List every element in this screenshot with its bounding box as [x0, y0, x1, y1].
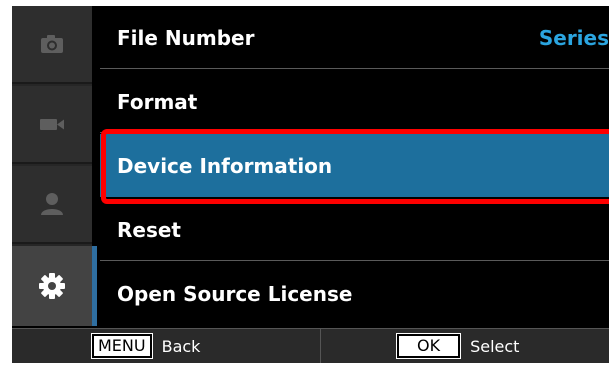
back-hint[interactable]: MENU Back	[91, 329, 201, 363]
divider	[100, 132, 609, 133]
active-tab-indicator	[92, 246, 97, 326]
tab-video[interactable]	[12, 86, 92, 164]
divider	[100, 68, 609, 69]
tab-setup[interactable]	[12, 246, 92, 326]
select-hint[interactable]: OK Select	[395, 329, 520, 363]
menu-item-value: Series	[538, 25, 609, 50]
camera-menu-screen: File Number Series Format Device Informa…	[12, 6, 609, 363]
menu-key: MENU	[91, 333, 153, 359]
back-label: Back	[161, 336, 201, 356]
select-label: Select	[470, 336, 520, 356]
menu-item-label: Format	[117, 89, 198, 114]
camera-icon	[41, 35, 63, 53]
ok-key: OK	[395, 333, 462, 359]
setup-menu-list: File Number Series Format Device Informa…	[100, 6, 609, 326]
menu-item-label: File Number	[117, 25, 255, 50]
video-camera-icon	[40, 119, 64, 130]
menu-item-format[interactable]: Format	[100, 70, 609, 133]
divider	[320, 329, 321, 363]
menu-category-sidebar	[12, 6, 92, 326]
tab-shooting[interactable]	[12, 6, 92, 84]
person-icon	[41, 193, 63, 215]
menu-item-label: Reset	[117, 217, 181, 242]
divider	[100, 260, 609, 261]
menu-item-label: Device Information	[117, 153, 333, 178]
menu-item-label: Open Source License	[117, 281, 353, 306]
button-guide-bar: MENU Back OK Select	[12, 328, 609, 363]
menu-item-device-information[interactable]: Device Information	[100, 134, 609, 197]
menu-item-file-number[interactable]: File Number Series	[100, 6, 609, 69]
gear-icon	[39, 273, 65, 299]
tab-custom[interactable]	[12, 166, 92, 244]
menu-item-open-source-license[interactable]: Open Source License	[100, 262, 609, 325]
menu-item-reset[interactable]: Reset	[100, 198, 609, 261]
